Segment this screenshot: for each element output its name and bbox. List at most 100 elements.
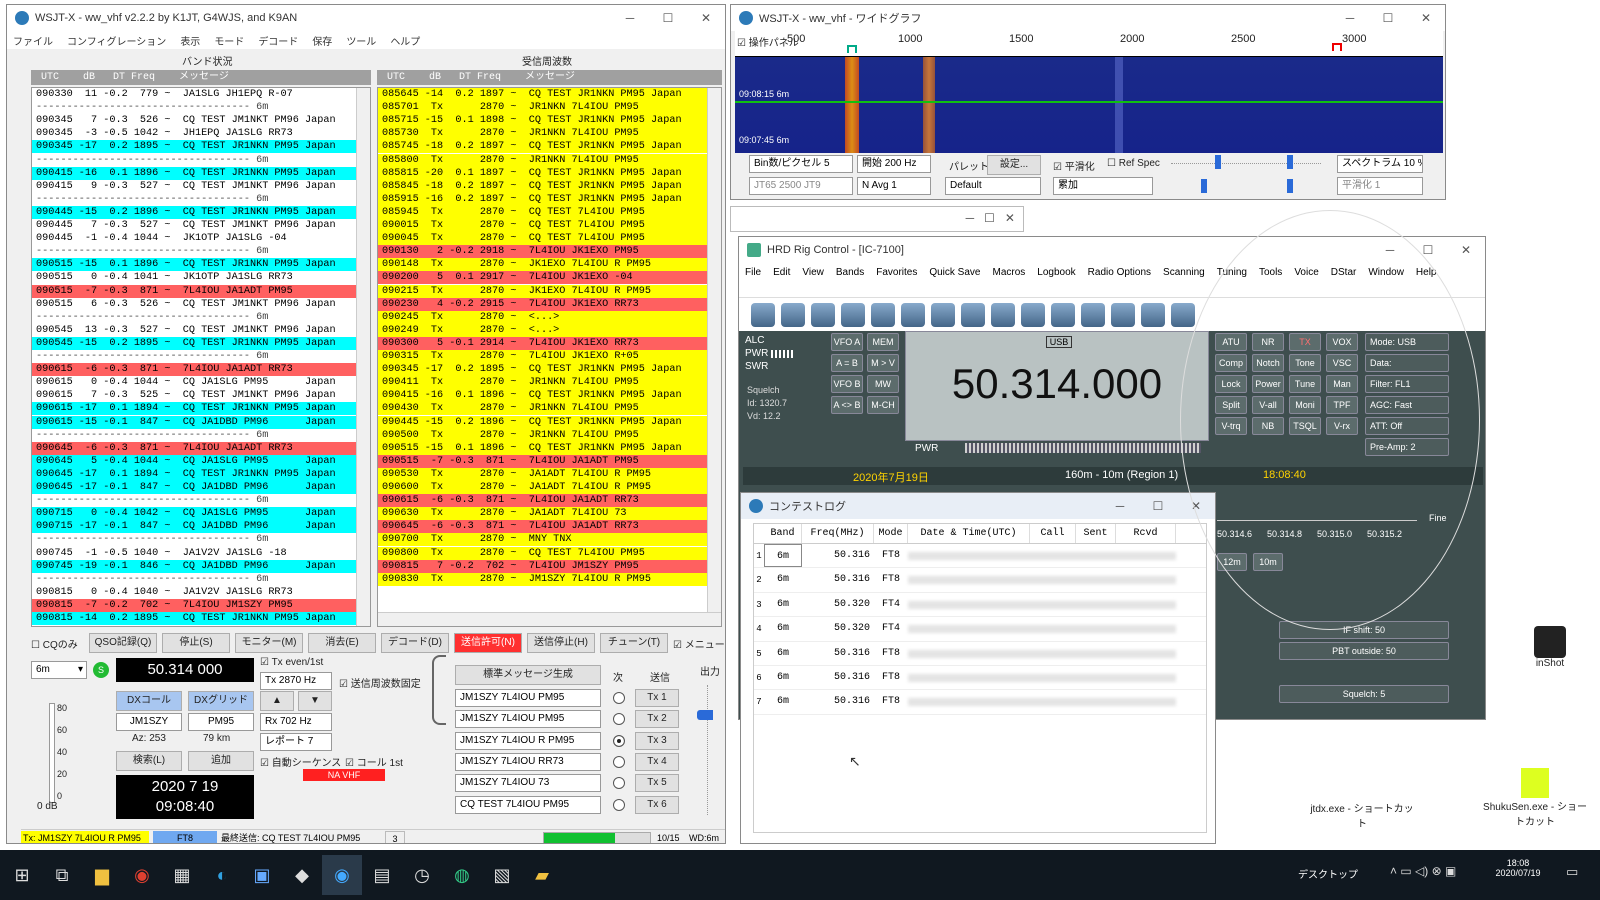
log-header-cell[interactable]: Rcvd	[1116, 524, 1176, 543]
log-header-cell[interactable]: Band	[764, 524, 802, 543]
next-radio[interactable]	[613, 692, 625, 704]
call-1st-checkbox[interactable]: ☑ コール 1st	[345, 754, 403, 769]
rx-decode-line[interactable]: 090345 -17 0.2 1895 ~ CQ TEST JR1NKN PM9…	[378, 363, 707, 377]
decode-line[interactable]: 090615 -17 0.1 1894 ~ CQ TEST JR1NKN PM9…	[32, 402, 356, 416]
rx-decode-line[interactable]: 090430 Tx 2870 ~ JR1NKN 7L4IOU PM95	[378, 402, 707, 416]
smooth-spinbox[interactable]: 平滑化 1	[1337, 177, 1423, 195]
rx-decode-line[interactable]: 085915 -16 0.2 1897 ~ CQ TEST JR1NKN PM9…	[378, 192, 707, 206]
app-icon-3[interactable]: ▧	[482, 855, 522, 895]
tx-send-button[interactable]: Tx 4	[635, 752, 679, 771]
menu-checkbox[interactable]: ☑ メニュー	[673, 636, 725, 651]
zero-slider-thumb[interactable]	[1287, 155, 1293, 169]
decode-line[interactable]: 090515 -7 -0.3 871 ~ 7L4IOU JA1ADT PM95	[32, 284, 356, 298]
rx-decode-line[interactable]: 090215 Tx 2870 ~ JK1EXO 7L4IOU R PM95	[378, 284, 707, 298]
decode-line[interactable]: 090815 -14 0.2 1895 ~ CQ TEST JR1NKN PM9…	[32, 612, 356, 626]
hrd-left-button[interactable]: VFO B	[831, 375, 863, 393]
minimize-icon[interactable]: ─	[1101, 499, 1139, 513]
rx-decode-line[interactable]: 085845 -18 0.2 1897 ~ CQ TEST JR1NKN PM9…	[378, 179, 707, 193]
decode-line[interactable]: 090645 -17 0.1 1894 ~ CQ TEST JR1NKN PM9…	[32, 467, 356, 481]
hrd-taskbar-icon[interactable]: ▤	[362, 855, 402, 895]
menu-item[interactable]: ヘルプ	[390, 33, 420, 48]
rx-decode-line[interactable]: 090700 Tx 2870 ~ MNY TNX	[378, 533, 707, 547]
hrd-left-button[interactable]: VFO A	[831, 333, 863, 351]
band-select[interactable]: 6m ▾	[31, 661, 87, 679]
hrd-slider[interactable]: Squelch: 5	[1279, 685, 1449, 703]
arrow-up-button[interactable]: ▲	[260, 691, 294, 711]
calculator-icon[interactable]: ▦	[162, 855, 202, 895]
file-explorer-icon[interactable]: ▆	[82, 855, 122, 895]
app-icon-1[interactable]: ▣	[242, 855, 282, 895]
decode-line[interactable]: 090345 7 -0.3 526 ~ CQ TEST JM1NKT PM96 …	[32, 114, 356, 127]
tray-icons[interactable]: ˄ ▭ ◁) ⊗ ▣	[1390, 864, 1456, 878]
log-header-cell[interactable]: Call	[1030, 524, 1076, 543]
hrd-left-button[interactable]: M-CH	[867, 396, 899, 414]
decode-line[interactable]: 090415 9 -0.3 527 ~ CQ TEST JM1NKT PM96 …	[32, 180, 356, 193]
report-spinbox[interactable]: レポート 7	[260, 733, 332, 751]
period-separator[interactable]: ----------------------------------- 6m	[32, 154, 356, 167]
ref-spec-checkbox[interactable]: ☐ Ref Spec	[1107, 158, 1160, 169]
log-header-cell[interactable]: Date & Time(UTC)	[908, 524, 1030, 543]
log-header-cell[interactable]: Freq(MHz)	[802, 524, 874, 543]
tx-message-field[interactable]: JM1SZY 7L4IOU R PM95	[455, 731, 601, 750]
calendar-icon[interactable]	[1111, 302, 1135, 327]
hrd-menu-item[interactable]: Bands	[836, 265, 864, 281]
decode-line[interactable]: 090445 7 -0.3 527 ~ CQ TEST JM1NKT PM96 …	[32, 219, 356, 232]
decode-line[interactable]: 090515 -15 0.1 1896 ~ CQ TEST JR1NKN PM9…	[32, 258, 356, 272]
scope-icon[interactable]	[931, 302, 955, 327]
decode-line[interactable]: 090615 0 -0.4 1044 ~ CQ JA1SLG PM95 Japa…	[32, 376, 356, 389]
hrd-menu-item[interactable]: Favorites	[876, 265, 917, 281]
rx-decode-line[interactable]: 090830 Tx 2870 ~ JM1SZY 7L4IOU R PM95	[378, 572, 707, 586]
cumulative-select[interactable]: 累加	[1053, 177, 1153, 195]
bins-spinbox[interactable]: Bin数/ピクセル 5	[749, 155, 853, 173]
period-separator[interactable]: ----------------------------------- 6m	[32, 429, 356, 442]
log-header-cell[interactable]: Mode	[874, 524, 908, 543]
lookup-button[interactable]: 検索(L)	[116, 751, 182, 771]
rx-decode-line[interactable]: 090249 Tx 2870 ~ <...>	[378, 323, 707, 337]
rx-decode-line[interactable]: 090300 5 -0.1 2914 ~ 7L4IOU JK1EXO RR73	[378, 336, 707, 350]
globe-app-icon[interactable]: ◍	[442, 855, 482, 895]
rx-decode-line[interactable]: 090415 -16 0.1 1896 ~ CQ TEST JR1NKN PM9…	[378, 389, 707, 403]
decode-line[interactable]: 090615 7 -0.3 525 ~ CQ TEST JM1NKT PM96 …	[32, 389, 356, 402]
rx-freq-scrollbar[interactable]	[707, 88, 721, 612]
waterfall-display[interactable]: 09:08:15 6m 09:07:45 6m	[735, 57, 1443, 153]
period-separator[interactable]: ----------------------------------- 6m	[32, 533, 356, 546]
rx-decode-line[interactable]: 090500 Tx 2870 ~ JR1NKN 7L4IOU PM95	[378, 428, 707, 442]
task-view-icon[interactable]: ⧉	[42, 855, 82, 895]
close-icon[interactable]: ─ ☐ ✕	[966, 211, 1015, 225]
maximize-icon[interactable]: ☐	[1139, 499, 1177, 513]
period-separator[interactable]: ----------------------------------- 6m	[32, 350, 356, 363]
tx-message-field[interactable]: JM1SZY 7L4IOU RR73	[455, 752, 601, 771]
rx-decode-line[interactable]: 090245 Tx 2870 ~ <...>	[378, 310, 707, 324]
hrd-menu-item[interactable]: Logbook	[1037, 265, 1075, 281]
tx-even-checkbox[interactable]: ☑ Tx even/1st	[260, 657, 323, 668]
tools-icon[interactable]	[991, 302, 1015, 327]
rx-decode-line[interactable]: 085645 -14 0.2 1897 ~ CQ TEST JR1NKN PM9…	[378, 88, 707, 102]
save-icon[interactable]	[841, 302, 865, 327]
tx-message-field[interactable]: JM1SZY 7L4IOU 73	[455, 774, 601, 793]
menu-item[interactable]: ファイル	[13, 33, 53, 48]
menu-item[interactable]: コンフィグレーション	[67, 33, 166, 48]
rx-decode-line[interactable]: 090445 -15 0.2 1896 ~ CQ TEST JR1NKN PM9…	[378, 415, 707, 429]
hrd-frequency[interactable]: 50.314.000	[906, 360, 1208, 408]
rx-decode-line[interactable]: 090130 2 -0.2 2918 ~ 7L4IOU JK1EXO PM95	[378, 245, 707, 259]
tx-message-field[interactable]: JM1SZY 7L4IOU PM95	[455, 710, 601, 729]
rx-decode-line[interactable]: 090200 5 0.1 2917 ~ 7L4IOU JK1EXO -04	[378, 271, 707, 285]
hrd-left-button[interactable]: MEM	[867, 333, 899, 351]
menu-item[interactable]: ツール	[346, 33, 376, 48]
next-radio[interactable]	[613, 734, 625, 747]
period-separator[interactable]: ----------------------------------- 6m	[32, 245, 356, 258]
tx-message-field[interactable]: JM1SZY 7L4IOU PM95	[455, 689, 601, 707]
rx-decode-line[interactable]: 090315 Tx 2870 ~ 7L4IOU JK1EXO R+05	[378, 350, 707, 364]
rx-decode-line[interactable]: 090800 Tx 2870 ~ CQ TEST 7L4IOU PM95	[378, 546, 707, 560]
hrd-menu-item[interactable]: Edit	[773, 265, 790, 281]
log-row[interactable]: 1 6m 50.316 FT8	[754, 544, 1206, 569]
play-icon[interactable]	[751, 302, 775, 327]
rx-decode-line[interactable]: 090630 Tx 2870 ~ JA1ADT 7L4IOU 73	[378, 507, 707, 521]
folder-icon[interactable]: ▰	[522, 855, 562, 895]
decode-line[interactable]: 090545 -15 0.2 1895 ~ CQ TEST JR1NKN PM9…	[32, 336, 356, 350]
rx-freq-spinbox[interactable]: Rx 702 Hz	[260, 713, 332, 731]
next-radio[interactable]	[613, 777, 625, 790]
chrome-icon[interactable]: ◉	[122, 855, 162, 895]
log-row[interactable]: 7 6m 50.316 FT8	[754, 690, 1206, 715]
hold-tx-freq-checkbox[interactable]: ☑ 送信周波数固定	[339, 675, 421, 690]
